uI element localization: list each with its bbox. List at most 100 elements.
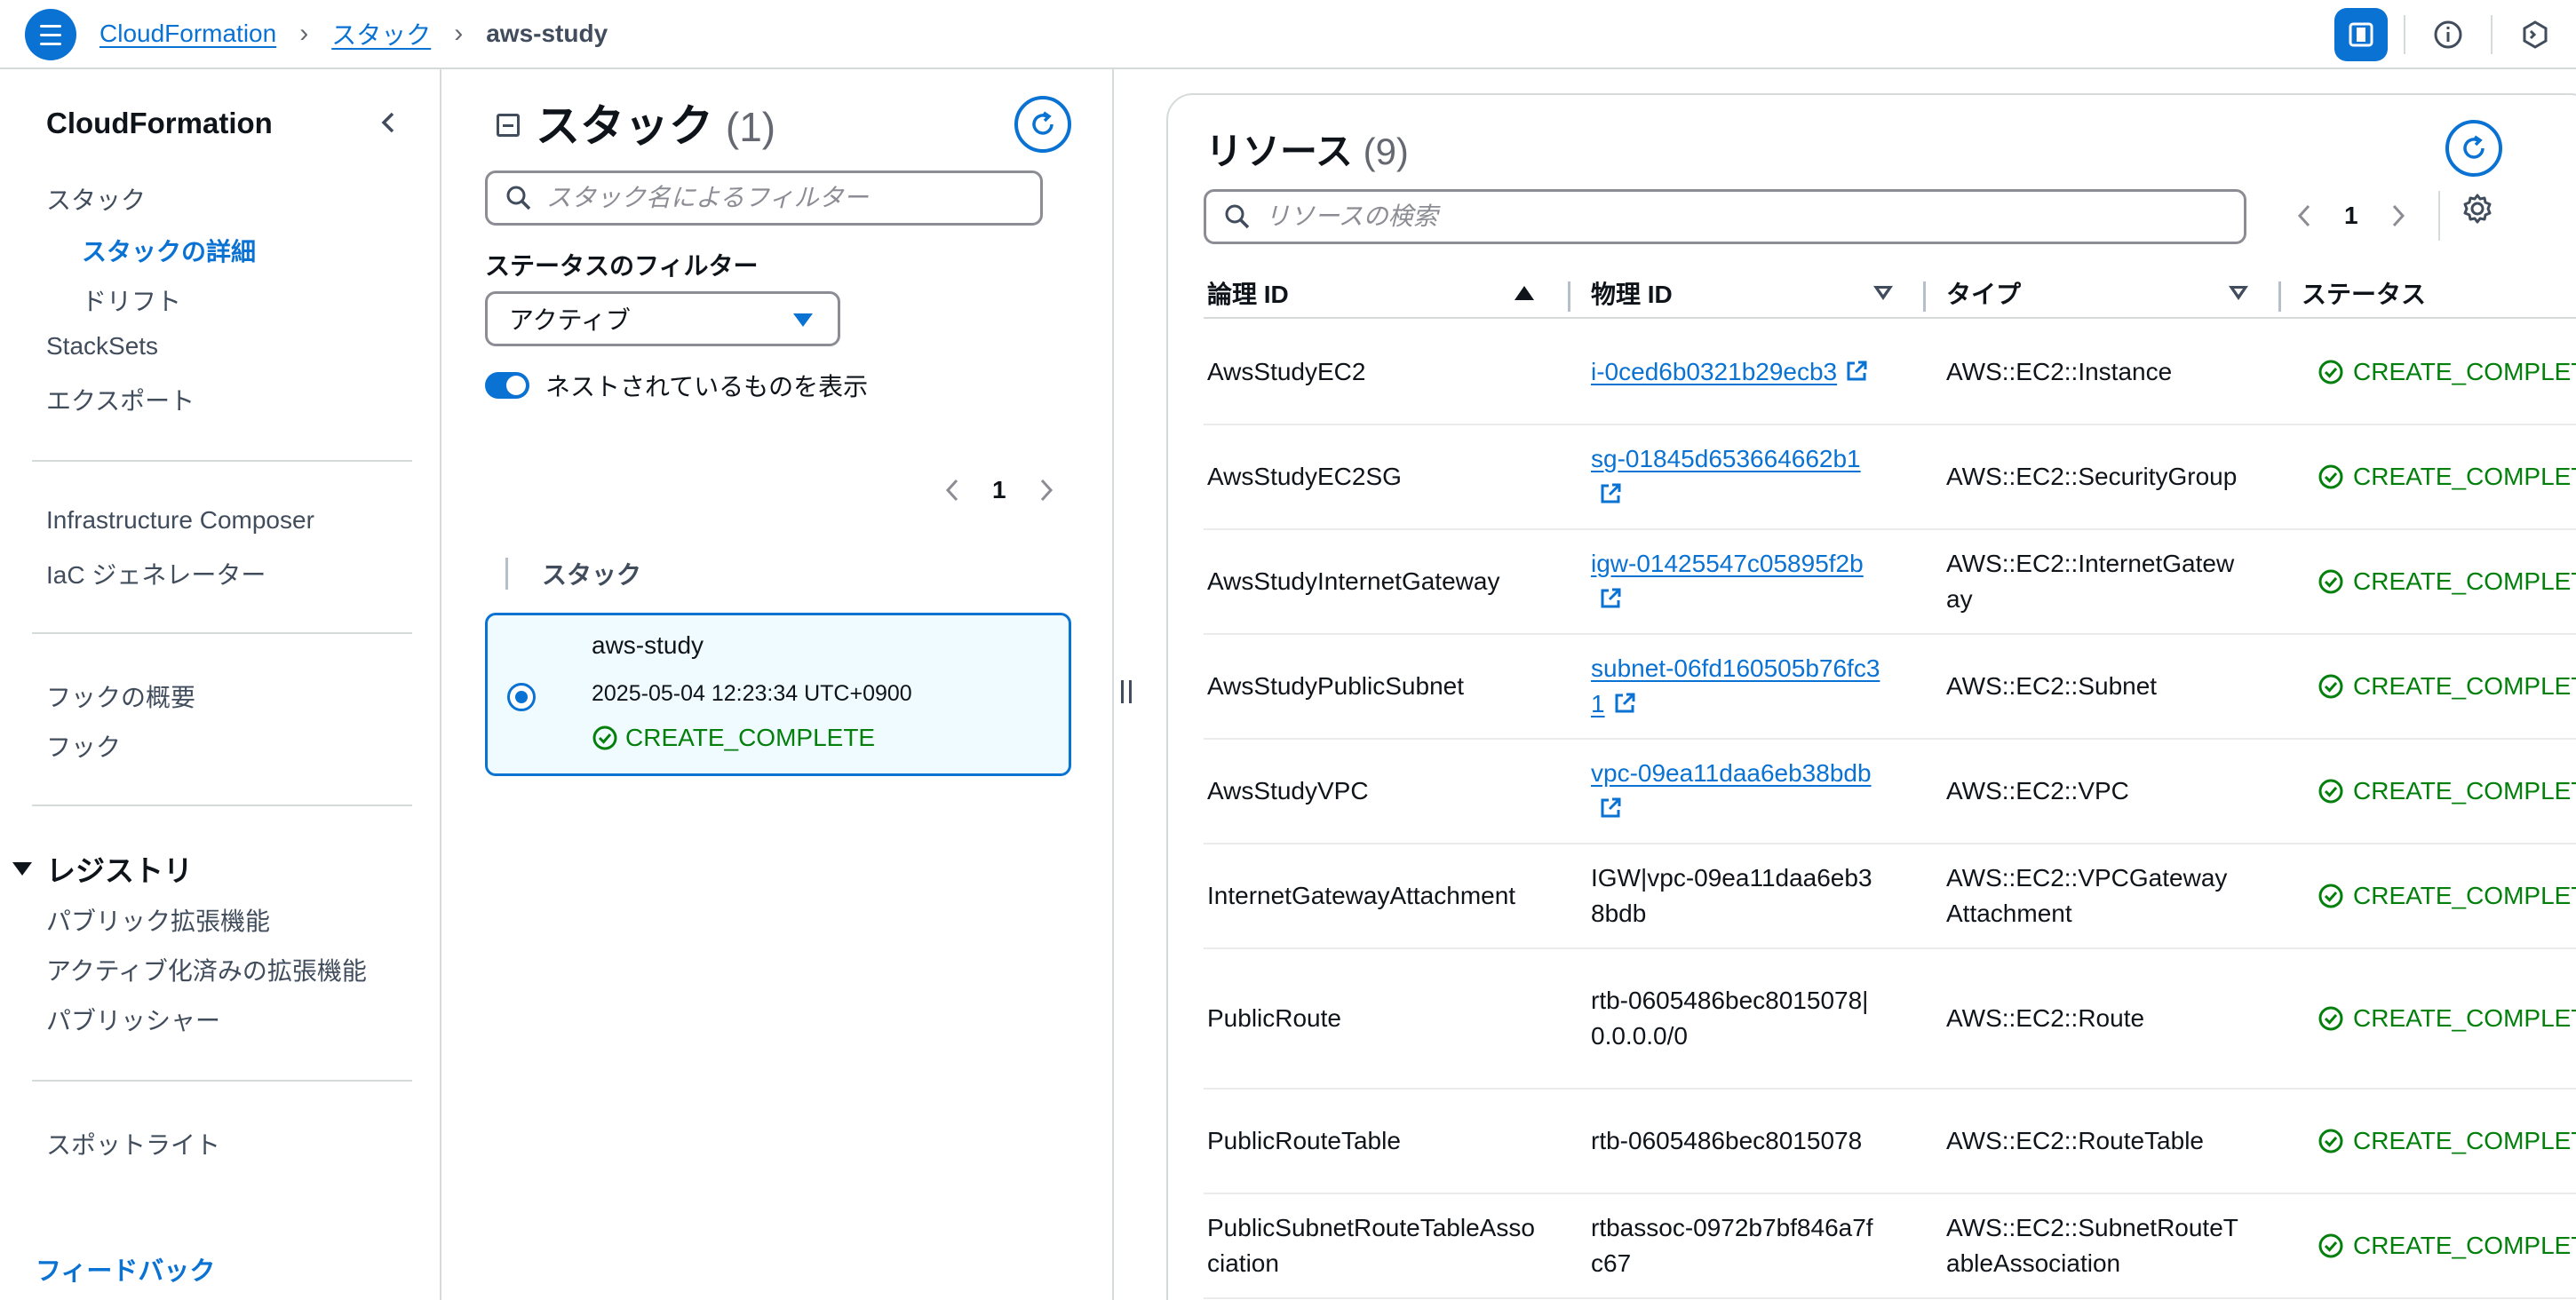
sidebar-item-stacks[interactable]: スタック — [46, 181, 146, 217]
sidebar-item-hooks[interactable]: フック — [46, 728, 121, 764]
nav-title: CloudFormation — [46, 107, 273, 139]
stack-select-radio[interactable] — [507, 683, 536, 711]
status-text: CREATE_COMPLETE — [2353, 358, 2576, 385]
stack-card[interactable]: aws-study 2025-05-04 12:23:34 UTC+0900 C… — [485, 613, 1071, 776]
chevron-right-icon: › — [454, 19, 464, 48]
physical-id-link[interactable]: vpc-09ea11daa6eb38bdb — [1591, 759, 1872, 787]
sidebar-item-exports[interactable]: エクスポート — [46, 382, 195, 417]
column-status[interactable]: ステータス — [2302, 269, 2426, 317]
current-page[interactable]: 1 — [2344, 202, 2358, 230]
physical-id-link[interactable]: sg-01845d653664662b1 — [1591, 445, 1861, 472]
stack-search-input[interactable] — [546, 184, 974, 212]
gear-icon — [2463, 194, 2492, 224]
column-type[interactable]: タイプ — [1946, 269, 2248, 317]
status-cell: CREATE_COMPLETE — [2318, 530, 2576, 633]
info-icon[interactable] — [2421, 8, 2475, 61]
physical-id-link[interactable]: i-0ced6b0321b29ecb3 — [1591, 358, 1837, 385]
panel-icon[interactable] — [2334, 8, 2388, 61]
type-cell: AWS::EC2::RouteTable — [1946, 1127, 2204, 1154]
resource-search-input[interactable] — [1265, 202, 2081, 231]
physical-id-cell: i-0ced6b0321b29ecb3 — [1591, 321, 1884, 424]
hamburger-icon — [40, 24, 61, 28]
refresh-resources-button[interactable] — [2445, 120, 2502, 177]
status-cell: CREATE_COMPLETE — [2318, 740, 2576, 843]
status-text: CREATE_COMPLETE — [2353, 882, 2576, 909]
registry-section-toggle[interactable]: レジストリ — [12, 847, 193, 890]
collapse-panel-icon[interactable] — [497, 114, 520, 137]
physical-id-cell: sg-01845d653664662b1 — [1591, 425, 1884, 528]
logical-id-cell: InternetGatewayAttachment — [1207, 882, 1516, 909]
search-icon — [1225, 204, 1250, 229]
sidebar-item-stack-details[interactable]: スタックの詳細 — [82, 233, 256, 268]
physical-id-cell: rtb-0605486bec8015078|0.0.0.0/0 — [1591, 949, 1884, 1088]
next-page-button[interactable] — [1037, 477, 1056, 503]
column-resizer[interactable] — [1568, 281, 1570, 312]
stacks-column-header: スタック — [505, 556, 641, 591]
utility-toolbar — [2334, 8, 2576, 61]
cloudshell-icon[interactable] — [2508, 8, 2562, 61]
success-icon — [2318, 464, 2343, 489]
success-icon — [2318, 884, 2343, 908]
success-icon — [2318, 569, 2343, 594]
table-preferences-button[interactable] — [2460, 191, 2495, 226]
column-logical-id[interactable]: 論理 ID — [1207, 269, 1534, 317]
divider — [32, 460, 412, 462]
logical-id-cell: AwsStudyEC2 — [1207, 358, 1366, 385]
next-page-button[interactable] — [2389, 202, 2408, 229]
success-icon — [2318, 1233, 2343, 1258]
table-row: PublicSubnetRouteTableAssociation rtbasso… — [1204, 1194, 2576, 1299]
type-cell: AWS::EC2::VPCGatewayAttachment — [1946, 864, 2228, 927]
table-row: AwsStudyEC2SG sg-01845d653664662b1 AWS::EC… — [1204, 425, 2576, 530]
show-nested-toggle[interactable] — [485, 372, 529, 399]
show-nested-label: ネストされているものを表示 — [545, 373, 869, 400]
refresh-stacks-button[interactable] — [1014, 96, 1071, 153]
status-filter-select[interactable]: アクティブ — [485, 291, 840, 346]
sidebar-item-public-extensions[interactable]: パブリック拡張機能 — [46, 902, 270, 938]
sidebar-item-infrastructure-composer[interactable]: Infrastructure Composer — [46, 506, 314, 535]
column-divider — [505, 558, 508, 590]
previous-page-button[interactable] — [942, 477, 962, 503]
table-row: AwsStudyPublicSubnet subnet-06fd160505b76… — [1204, 635, 2576, 740]
sidebar-item-stacksets[interactable]: StackSets — [46, 332, 158, 361]
previous-page-button[interactable] — [2294, 202, 2314, 229]
stack-status: CREATE_COMPLETE — [592, 724, 875, 752]
sidebar-item-activated-extensions[interactable]: アクティブ化済みの拡張機能 — [46, 952, 367, 987]
success-icon — [2318, 779, 2343, 804]
column-resizer[interactable] — [2278, 281, 2281, 312]
breadcrumb-stacks[interactable]: スタック — [331, 16, 431, 52]
table-row: AwsStudyEC2 i-0ced6b0321b29ecb3 AWS::EC2::… — [1204, 321, 2576, 425]
sidebar-item-drift[interactable]: ドリフト — [82, 282, 181, 318]
side-navigation: CloudFormation スタック スタックの詳細 ドリフト StackSe… — [0, 69, 441, 1300]
type-cell: AWS::EC2::InternetGateway — [1946, 550, 2235, 613]
column-physical-id[interactable]: 物理 ID — [1591, 269, 1893, 317]
table-row: PublicRouteTable rtb-0605486bec8015078 AWS… — [1204, 1090, 2576, 1194]
sidebar-item-hooks-overview[interactable]: フックの概要 — [46, 678, 195, 714]
chevron-left-icon — [381, 112, 394, 133]
physical-id-cell: IGW|vpc-09ea11daa6eb38bdb — [1591, 844, 1884, 947]
type-cell: AWS::EC2::Subnet — [1946, 672, 2158, 700]
status-text: CREATE_COMPLETE — [2353, 672, 2576, 700]
status-text: CREATE_COMPLETE — [2353, 567, 2576, 595]
physical-id-text: rtb-0605486bec8015078 — [1591, 1127, 1863, 1154]
current-page[interactable]: 1 — [992, 476, 1006, 504]
sidebar-item-iac-generator[interactable]: IaC ジェネレーター — [46, 556, 266, 591]
physical-id-cell: rtbassoc-0972b7bf846a7fc67 — [1591, 1194, 1884, 1297]
panel-resize-handle[interactable] — [1121, 680, 1132, 703]
top-navigation-bar: CloudFormation › スタック › aws-study — [0, 0, 2576, 69]
refresh-icon — [1032, 111, 1053, 135]
sidebar-item-spotlight[interactable]: スポットライト — [46, 1126, 220, 1161]
menu-toggle-button[interactable] — [25, 9, 76, 60]
breadcrumb: CloudFormation › スタック › aws-study — [99, 16, 608, 52]
breadcrumb-cloudformation[interactable]: CloudFormation — [99, 20, 276, 48]
stacks-pagination: 1 — [942, 476, 1056, 504]
divider — [32, 805, 412, 806]
stacks-panel: スタック (1) ステータスのフィルター アクティブ ネストされているものを表示… — [443, 69, 1114, 1300]
sidebar-item-publisher[interactable]: パブリッシャー — [46, 1002, 220, 1037]
close-nav-button[interactable] — [375, 108, 403, 137]
column-resizer[interactable] — [1923, 281, 1926, 312]
type-cell: AWS::EC2::SubnetRouteTableAssociation — [1946, 1214, 2238, 1277]
physical-id-link[interactable]: igw-01425547c05895f2b — [1591, 550, 1864, 577]
type-cell: AWS::EC2::VPC — [1946, 777, 2129, 805]
feedback-link[interactable]: フィードバック — [36, 1250, 215, 1288]
status-filter-label: ステータスのフィルター — [485, 252, 759, 280]
